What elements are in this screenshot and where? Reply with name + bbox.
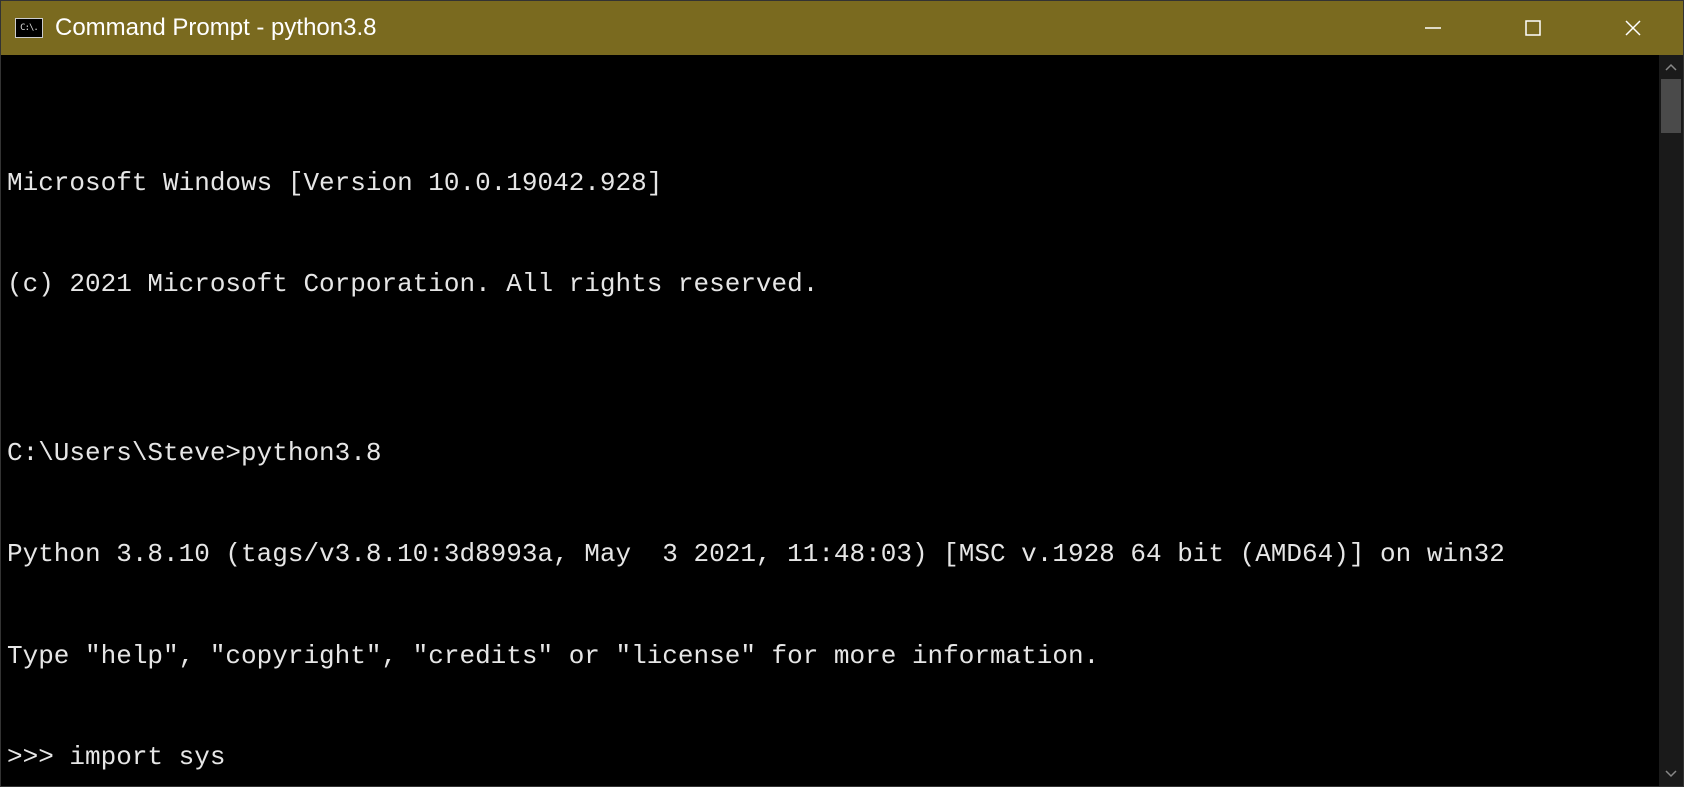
window-title: Command Prompt - python3.8 [55, 14, 1383, 42]
scroll-down-button[interactable] [1659, 762, 1683, 786]
vertical-scrollbar[interactable] [1659, 55, 1683, 786]
terminal-line: >>> import sys [7, 741, 1655, 775]
scroll-thumb[interactable] [1661, 79, 1681, 133]
terminal-output[interactable]: Microsoft Windows [Version 10.0.19042.92… [1, 55, 1659, 786]
cmd-icon: C:\. [15, 18, 43, 38]
terminal-line: Type "help", "copyright", "credits" or "… [7, 640, 1655, 674]
minimize-button[interactable] [1383, 1, 1483, 55]
scroll-track[interactable] [1659, 79, 1683, 762]
terminal-line: C:\Users\Steve>python3.8 [7, 437, 1655, 471]
chevron-up-icon [1665, 63, 1677, 71]
close-button[interactable] [1583, 1, 1683, 55]
titlebar[interactable]: C:\. Command Prompt - python3.8 [1, 1, 1683, 55]
minimize-icon [1424, 19, 1442, 37]
terminal-line: Microsoft Windows [Version 10.0.19042.92… [7, 167, 1655, 201]
terminal-line: Python 3.8.10 (tags/v3.8.10:3d8993a, May… [7, 538, 1655, 572]
close-icon [1624, 19, 1642, 37]
chevron-down-icon [1665, 770, 1677, 778]
maximize-icon [1524, 19, 1542, 37]
client-area: Microsoft Windows [Version 10.0.19042.92… [1, 55, 1683, 786]
window-controls [1383, 1, 1683, 55]
maximize-button[interactable] [1483, 1, 1583, 55]
scroll-up-button[interactable] [1659, 55, 1683, 79]
command-prompt-window: C:\. Command Prompt - python3.8 [0, 0, 1684, 787]
terminal-line: (c) 2021 Microsoft Corporation. All righ… [7, 268, 1655, 302]
